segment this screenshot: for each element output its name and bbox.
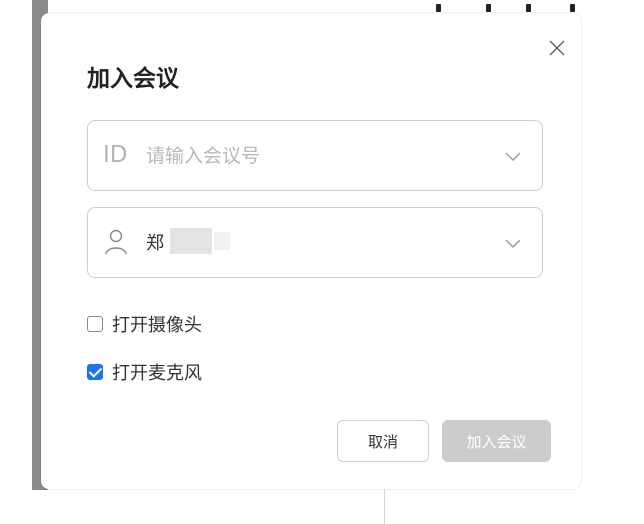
close-button[interactable] — [545, 36, 569, 60]
display-name-dropdown-button[interactable] — [504, 234, 522, 252]
meeting-id-input[interactable] — [144, 138, 488, 174]
join-meeting-dialog: 加入会议 ID 郑 打开摄像头 — [41, 13, 581, 489]
open-microphone-label: 打开麦克风 — [112, 363, 202, 384]
meeting-id-dropdown-button[interactable] — [504, 147, 522, 165]
user-icon — [105, 229, 127, 255]
cancel-button[interactable]: 取消 — [337, 420, 429, 462]
open-microphone-checkbox[interactable] — [87, 364, 103, 380]
open-microphone-option[interactable]: 打开麦克风 — [87, 359, 202, 385]
meeting-id-field[interactable]: ID — [87, 120, 543, 191]
redacted-name-block — [214, 232, 230, 250]
chevron-down-icon — [505, 152, 521, 162]
display-name-field[interactable]: 郑 — [87, 207, 543, 278]
background-divider — [384, 488, 385, 524]
close-icon — [549, 40, 565, 56]
join-meeting-button[interactable]: 加入会议 — [442, 420, 551, 462]
chevron-down-icon — [505, 239, 521, 249]
open-camera-option[interactable]: 打开摄像头 — [87, 311, 202, 337]
id-prefix-label: ID — [103, 142, 128, 168]
dialog-title: 加入会议 — [87, 66, 179, 92]
redacted-name-block — [170, 228, 212, 254]
open-camera-checkbox[interactable] — [87, 316, 103, 332]
open-camera-label: 打开摄像头 — [112, 315, 202, 336]
display-name-value: 郑 — [146, 233, 164, 254]
